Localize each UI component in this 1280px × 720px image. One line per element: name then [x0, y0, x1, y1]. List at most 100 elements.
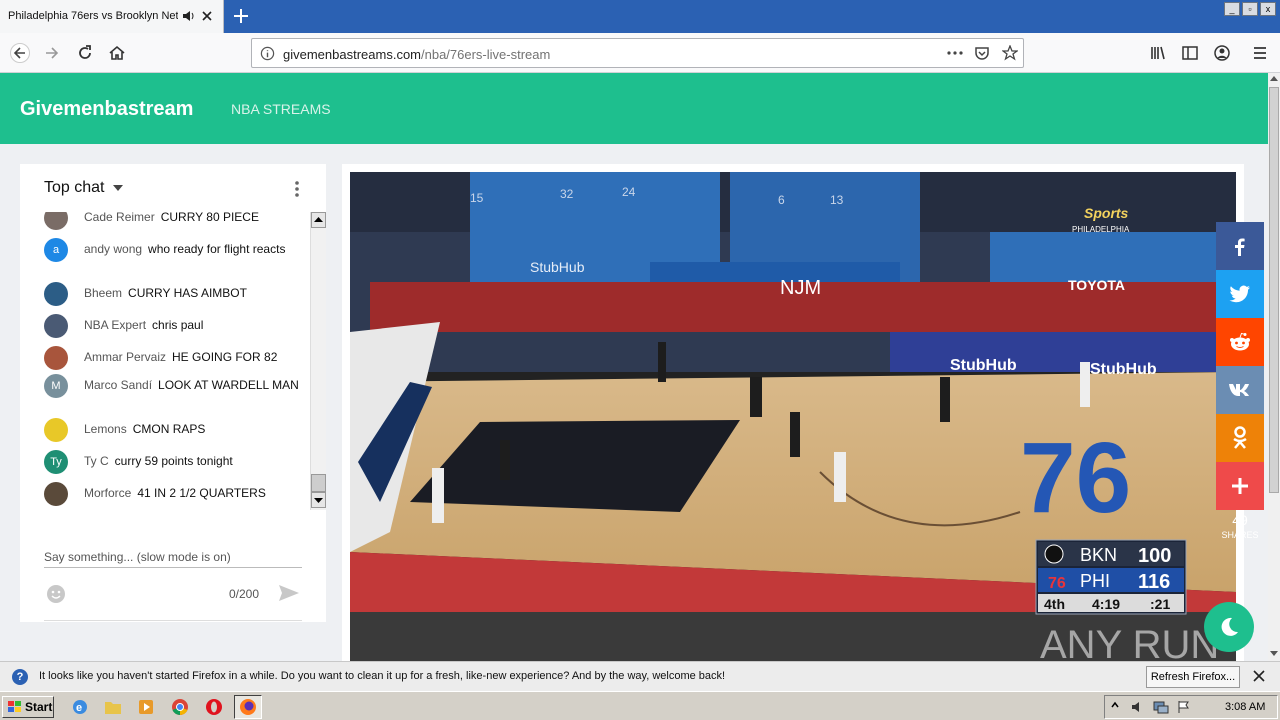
plus-icon: [1232, 478, 1248, 494]
video-player[interactable]: 15 32 24 6 13 StubHub TOYOTA NJM StubHub…: [350, 172, 1236, 662]
taskbar: Start e 3:08 AM: [0, 691, 1280, 720]
message-text: chris paul: [152, 318, 204, 332]
message-author: Ty C: [84, 454, 109, 468]
send-icon[interactable]: [278, 584, 300, 602]
chat-title-label: Top chat: [44, 179, 105, 196]
account-icon[interactable]: [1210, 41, 1234, 65]
message-author: Cade Reimer: [84, 212, 155, 224]
odnoklassniki-share-button[interactable]: [1216, 414, 1264, 462]
restore-button[interactable]: ▫: [1242, 2, 1258, 16]
network-icon[interactable]: [1153, 700, 1169, 714]
opera-icon[interactable]: [204, 697, 224, 717]
arena-sign: StubHub: [530, 259, 585, 275]
message-author: Bheem: [84, 286, 123, 300]
new-tab-icon[interactable]: [232, 7, 250, 25]
close-window-button[interactable]: x: [1260, 2, 1276, 16]
nav-link-nba-streams[interactable]: NBA STREAMS: [231, 101, 331, 117]
tray-expand-icon[interactable]: [1111, 700, 1119, 714]
seat-number: 32: [560, 187, 574, 201]
volume-icon[interactable]: [1131, 700, 1145, 714]
share-count: 49: [1232, 512, 1248, 528]
media-player-icon[interactable]: [136, 697, 156, 717]
site-logo[interactable]: Givemenbastream: [20, 98, 193, 121]
arena-sign: StubHub: [1090, 361, 1157, 378]
video-frame: 15 32 24 6 13 StubHub TOYOTA NJM StubHub…: [350, 172, 1236, 662]
seat-number: 24: [622, 185, 636, 199]
twitter-share-button[interactable]: [1216, 270, 1264, 318]
message-text: CURRY 80 PIECE: [160, 212, 259, 224]
info-icon[interactable]: [260, 46, 275, 61]
chat-title[interactable]: Top chat: [44, 179, 123, 197]
more-share-button[interactable]: [1216, 462, 1264, 510]
tab-strip: Philadelphia 76ers vs Brooklyn Nets _ ▫ …: [0, 0, 1280, 33]
twitter-icon: [1229, 285, 1250, 303]
chat-input[interactable]: [44, 548, 302, 566]
moon-icon: [1221, 617, 1238, 636]
avatar: a: [44, 238, 68, 262]
chrome-icon[interactable]: [170, 697, 190, 717]
page-scroll-thumb[interactable]: [1269, 87, 1279, 493]
char-counter: 0/200: [229, 587, 260, 601]
address-bar[interactable]: givemenbastreams.com/nba/76ers-live-stre…: [251, 38, 1024, 68]
page-actions-icon[interactable]: [946, 45, 964, 61]
shot-clock: :21: [1150, 596, 1170, 612]
chat-message-list[interactable]: Cade Reimer CURRY 80 PIECE a andy wong who…: [20, 212, 310, 508]
home-score: 116: [1138, 571, 1170, 593]
back-icon[interactable]: [8, 41, 32, 65]
folder-icon[interactable]: [103, 697, 123, 717]
chat-bubble-button[interactable]: [1204, 602, 1254, 652]
speaker-icon[interactable]: [182, 9, 196, 23]
flag-icon[interactable]: [1177, 700, 1191, 714]
start-button[interactable]: Start: [2, 696, 54, 718]
network-logo-sub: PHILADELPHIA: [1072, 225, 1130, 234]
vk-share-button[interactable]: [1216, 366, 1264, 414]
scoreboard: 76 BKN 100 PHI 116 4th 4:19 :21: [1035, 539, 1187, 615]
close-notification-icon[interactable]: [1252, 669, 1266, 683]
message-author: Morforce: [84, 486, 132, 500]
refresh-firefox-button[interactable]: Refresh Firefox...: [1146, 666, 1240, 688]
reload-icon[interactable]: [73, 41, 97, 65]
chat-more-icon[interactable]: [294, 180, 300, 198]
ie-icon[interactable]: e: [70, 697, 90, 717]
svg-text:e: e: [76, 702, 82, 714]
message-author: Ammar Pervaiz: [84, 350, 167, 364]
scroll-down-icon[interactable]: [311, 492, 326, 508]
avatar: [44, 418, 68, 442]
avatar: [44, 282, 68, 306]
url-domain: givemenbastreams.com: [283, 47, 421, 62]
divider: [44, 620, 302, 621]
windows-logo-icon: [8, 701, 21, 712]
close-tab-icon[interactable]: [200, 9, 214, 23]
facebook-share-button[interactable]: [1216, 222, 1264, 270]
pocket-icon[interactable]: [974, 45, 990, 61]
seat-number: 15: [470, 191, 484, 205]
browser-tab[interactable]: Philadelphia 76ers vs Brooklyn Nets: [0, 0, 224, 33]
forward-icon[interactable]: [40, 41, 64, 65]
tab-title: Philadelphia 76ers vs Brooklyn Nets: [8, 10, 178, 22]
chat-scrollbar[interactable]: [310, 212, 326, 510]
page-scroll-up-icon[interactable]: [1269, 73, 1279, 85]
away-team: BKN: [1080, 545, 1117, 565]
bookmark-star-icon[interactable]: [1002, 45, 1018, 61]
firefox-icon: [240, 699, 256, 715]
navigation-toolbar: givemenbastreams.com/nba/76ers-live-stre…: [0, 33, 1280, 73]
firefox-taskbar-button[interactable]: [234, 695, 262, 719]
page-scrollbar[interactable]: [1268, 73, 1280, 661]
sidebar-icon[interactable]: [1178, 41, 1202, 65]
start-label: Start: [25, 700, 53, 714]
game-quarter: 4th: [1044, 596, 1065, 612]
seat-number: 13: [830, 193, 844, 207]
scroll-thumb[interactable]: [311, 474, 326, 492]
svg-text:76: 76: [1048, 575, 1066, 592]
scroll-up-icon[interactable]: [311, 212, 326, 228]
library-icon[interactable]: [1146, 41, 1170, 65]
message-author: andy wong: [84, 242, 143, 256]
menu-icon[interactable]: [1248, 41, 1272, 65]
chevron-down-icon: [112, 184, 123, 191]
home-icon[interactable]: [105, 41, 129, 65]
page-scroll-down-icon[interactable]: [1269, 647, 1279, 659]
minimize-button[interactable]: _: [1224, 2, 1240, 16]
reddit-share-button[interactable]: [1216, 318, 1264, 366]
message-text: curry 59 points tonight: [114, 454, 233, 468]
emoji-icon[interactable]: [46, 584, 66, 604]
